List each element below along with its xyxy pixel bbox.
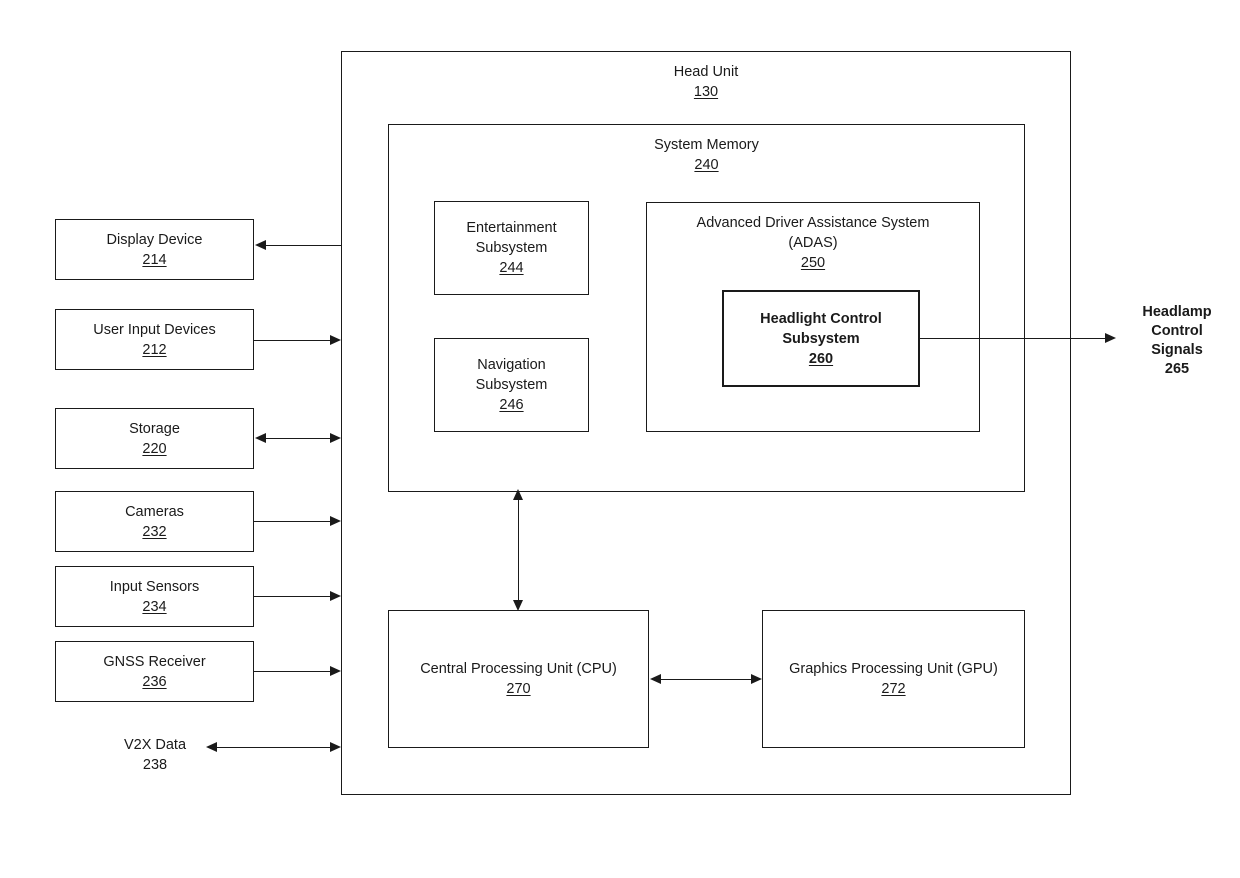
adas-ref: 250	[800, 255, 826, 271]
adas-title: Advanced Driver Assistance System (ADAS)…	[647, 213, 979, 273]
input-sensors-text: Input Sensors 234	[56, 577, 253, 617]
storage-text: Storage 220	[56, 419, 253, 459]
display-device-label: Display Device	[106, 231, 203, 248]
user-input-devices-ref: 212	[142, 341, 167, 358]
user-input-devices-box: User Input Devices 212	[55, 309, 254, 370]
connector-storage-arrowhead-left	[255, 433, 266, 443]
head-unit-ref: 130	[693, 84, 719, 100]
gnss-receiver-label: GNSS Receiver	[103, 653, 206, 670]
system-memory-label: System Memory	[654, 137, 759, 153]
entertainment-subsystem-label: Entertainment Subsystem	[466, 220, 557, 256]
headlamp-control-signals-label-group: Headlamp Control Signals 265	[1122, 303, 1232, 379]
gnss-receiver-ref: 236	[142, 673, 167, 690]
gpu-label: Graphics Processing Unit (GPU)	[789, 661, 998, 677]
display-device-box: Display Device 214	[55, 219, 254, 280]
connector-cameras	[254, 521, 330, 522]
connector-display-device-arrowhead	[255, 240, 266, 250]
connector-input-sensors	[254, 596, 330, 597]
connector-cameras-arrowhead	[330, 516, 341, 526]
headlight-control-subsystem-box: Headlight Control Subsystem 260	[722, 290, 920, 387]
storage-ref: 220	[142, 440, 167, 457]
gpu-ref: 272	[881, 681, 906, 697]
gpu-text: Graphics Processing Unit (GPU) 272	[763, 659, 1024, 699]
connector-memory-cpu-arrowhead-down	[513, 600, 523, 611]
headlamp-control-signals-label: Headlamp Control Signals	[1142, 304, 1212, 358]
connector-user-input-devices	[254, 340, 330, 341]
v2x-data-ref: 238	[142, 757, 168, 773]
connector-display-device	[266, 245, 341, 246]
storage-box: Storage 220	[55, 408, 254, 469]
user-input-devices-text: User Input Devices 212	[56, 320, 253, 360]
cpu-ref: 270	[506, 681, 531, 697]
connector-v2x-data-arrowhead-right	[330, 742, 341, 752]
cpu-text: Central Processing Unit (CPU) 270	[389, 659, 648, 699]
connector-cpu-gpu-arrowhead-left	[650, 674, 661, 684]
headlight-control-subsystem-ref: 260	[808, 350, 834, 367]
head-unit-label: Head Unit	[673, 64, 739, 80]
input-sensors-ref: 234	[142, 598, 167, 615]
connector-gnss-receiver	[254, 671, 330, 672]
display-device-text: Display Device 214	[56, 230, 253, 270]
connector-headlamp-control-signals	[920, 338, 1105, 339]
cpu-box: Central Processing Unit (CPU) 270	[388, 610, 649, 748]
connector-input-sensors-arrowhead	[330, 591, 341, 601]
headlamp-control-signals-ref: 265	[1164, 361, 1190, 377]
cpu-label: Central Processing Unit (CPU)	[420, 661, 617, 677]
entertainment-subsystem-text: Entertainment Subsystem 244	[435, 218, 588, 278]
navigation-subsystem-box: Navigation Subsystem 246	[434, 338, 589, 432]
gpu-box: Graphics Processing Unit (GPU) 272	[762, 610, 1025, 748]
navigation-subsystem-ref: 246	[499, 397, 524, 413]
connector-storage-arrowhead-right	[330, 433, 341, 443]
cameras-box: Cameras 232	[55, 491, 254, 552]
connector-cpu-gpu-arrowhead-right	[751, 674, 762, 684]
input-sensors-box: Input Sensors 234	[55, 566, 254, 627]
input-sensors-label: Input Sensors	[109, 578, 200, 595]
connector-v2x-data-arrowhead-left	[206, 742, 217, 752]
connector-memory-cpu	[518, 498, 519, 604]
v2x-data-label: V2X Data	[123, 737, 187, 753]
headlight-control-subsystem-text: Headlight Control Subsystem 260	[724, 309, 918, 369]
cameras-ref: 232	[142, 523, 167, 540]
display-device-ref: 214	[142, 251, 167, 268]
connector-cpu-gpu	[661, 679, 751, 680]
entertainment-subsystem-ref: 244	[499, 260, 524, 276]
connector-gnss-receiver-arrowhead	[330, 666, 341, 676]
user-input-devices-label: User Input Devices	[93, 321, 216, 338]
adas-label: Advanced Driver Assistance System (ADAS)	[696, 215, 930, 251]
connector-memory-cpu-arrowhead-up	[513, 489, 523, 500]
head-unit-title: Head Unit 130	[342, 62, 1070, 102]
gnss-receiver-box: GNSS Receiver 236	[55, 641, 254, 702]
entertainment-subsystem-box: Entertainment Subsystem 244	[434, 201, 589, 295]
system-memory-title: System Memory 240	[389, 135, 1024, 175]
cameras-text: Cameras 232	[56, 502, 253, 542]
v2x-data-label-group: V2X Data 238	[75, 735, 235, 775]
connector-v2x-data	[217, 747, 330, 748]
storage-label: Storage	[129, 420, 180, 437]
system-memory-ref: 240	[694, 157, 719, 173]
connector-headlamp-control-signals-arrowhead	[1105, 333, 1116, 343]
navigation-subsystem-text: Navigation Subsystem 246	[435, 355, 588, 415]
gnss-receiver-text: GNSS Receiver 236	[56, 652, 253, 692]
connector-storage	[266, 438, 330, 439]
cameras-label: Cameras	[125, 503, 184, 520]
patent-block-diagram: Head Unit 130 System Memory 240 Entertai…	[0, 0, 1240, 878]
headlight-control-subsystem-label: Headlight Control Subsystem	[760, 310, 882, 347]
connector-user-input-devices-arrowhead	[330, 335, 341, 345]
navigation-subsystem-label: Navigation Subsystem	[475, 357, 548, 393]
